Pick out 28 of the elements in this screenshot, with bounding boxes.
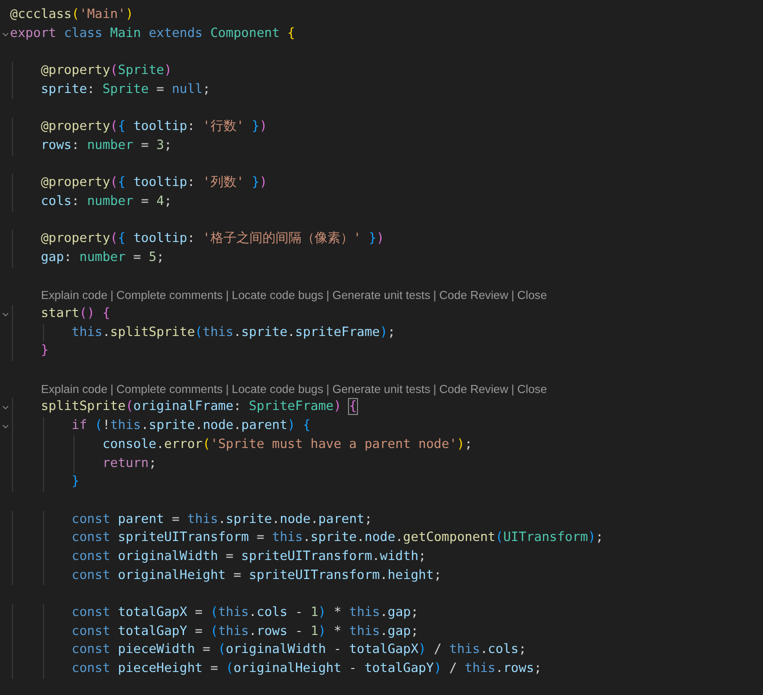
code-lens-link[interactable]: Close — [517, 382, 547, 396]
link-separator: | — [433, 382, 436, 396]
code-lens-link[interactable]: Locate code bugs — [232, 382, 324, 396]
link-separator: | — [110, 289, 114, 302]
code-lens-link[interactable]: Close — [517, 289, 547, 302]
chevron-icon[interactable] — [2, 30, 8, 38]
link-separator: | — [511, 382, 514, 396]
chevron-icon[interactable] — [2, 310, 8, 318]
chevron-icon[interactable] — [2, 422, 8, 430]
link-separator: | — [226, 382, 229, 396]
code-lens-link[interactable]: Code Review — [439, 382, 508, 396]
code-lens-link[interactable]: Explain code — [41, 382, 108, 396]
link-separator: | — [226, 289, 229, 302]
link-separator: | — [110, 382, 114, 396]
link-separator: | — [326, 382, 330, 396]
code-lens-link[interactable]: Explain code — [41, 289, 108, 302]
code-line: export class Main extends Component { — [10, 24, 296, 43]
code-lens-link[interactable]: Locate code bugs — [232, 289, 324, 302]
link-separator: | — [511, 289, 514, 302]
code-lens-link[interactable]: Generate unit tests — [332, 382, 430, 396]
chevron-icon[interactable] — [2, 404, 8, 412]
code-lens-link[interactable]: Code Review — [439, 289, 508, 302]
code-lens-link[interactable]: Complete comments — [116, 382, 223, 396]
code-line: @ccclass('Main') — [10, 6, 134, 24]
link-separator: | — [326, 289, 330, 302]
link-separator: | — [433, 289, 436, 302]
code-lens-link[interactable]: Generate unit tests — [332, 289, 430, 302]
code-lens-link[interactable]: Complete comments — [116, 289, 223, 302]
